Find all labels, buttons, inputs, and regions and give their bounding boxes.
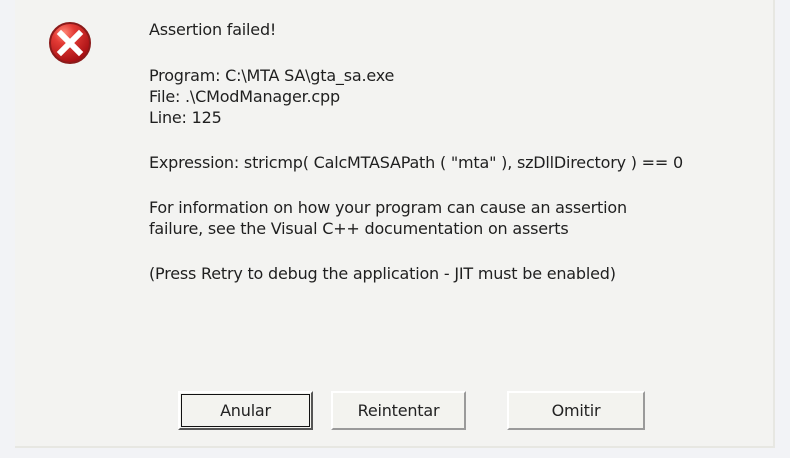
screenshot-frame: Assertion failed! Program: C:\MTA SA\gta…	[0, 0, 790, 458]
error-icon	[48, 21, 92, 65]
line-number-line: Line: 125	[149, 108, 222, 127]
retry-button[interactable]: Reintentar	[331, 391, 466, 430]
abort-button[interactable]: Anular	[178, 391, 313, 430]
retry-instructions: (Press Retry to debug the application - …	[149, 264, 616, 283]
assertion-title: Assertion failed!	[149, 20, 277, 39]
ignore-button[interactable]: Omitir	[507, 391, 645, 430]
information-line-1: For information on how your program can …	[149, 198, 627, 217]
assertion-dialog: Assertion failed! Program: C:\MTA SA\gta…	[15, 0, 775, 448]
information-text: For information on how your program can …	[149, 197, 784, 239]
dialog-buttons: Anular Reintentar Omitir	[178, 391, 658, 431]
program-details: Program: C:\MTA SA\gta_sa.exe File: .\CM…	[149, 65, 784, 128]
file-line: File: .\CModManager.cpp	[149, 87, 340, 106]
program-line: Program: C:\MTA SA\gta_sa.exe	[149, 66, 395, 85]
information-line-2: failure, see the Visual C++ documentatio…	[149, 219, 569, 238]
assertion-message: Assertion failed! Program: C:\MTA SA\gta…	[149, 19, 784, 284]
expression-line: Expression: stricmp( CalcMTASAPath ( "mt…	[149, 153, 683, 172]
